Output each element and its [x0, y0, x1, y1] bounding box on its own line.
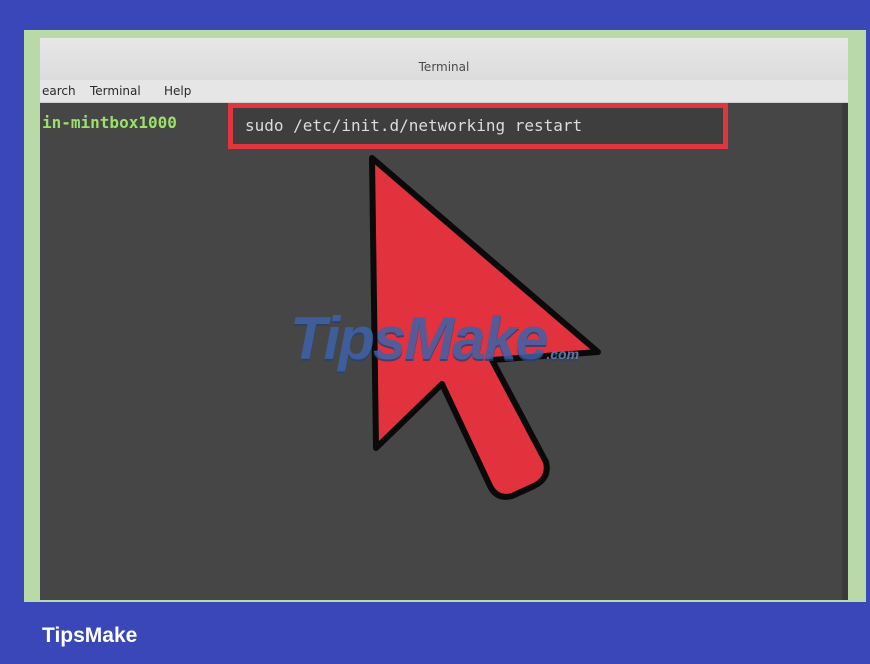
- watermark-suffix: .com: [546, 346, 580, 362]
- watermark-logo: TipsMake.com: [290, 304, 610, 374]
- watermark-text: TipsMake: [290, 305, 548, 372]
- brand-caption: TipsMake: [42, 624, 138, 647]
